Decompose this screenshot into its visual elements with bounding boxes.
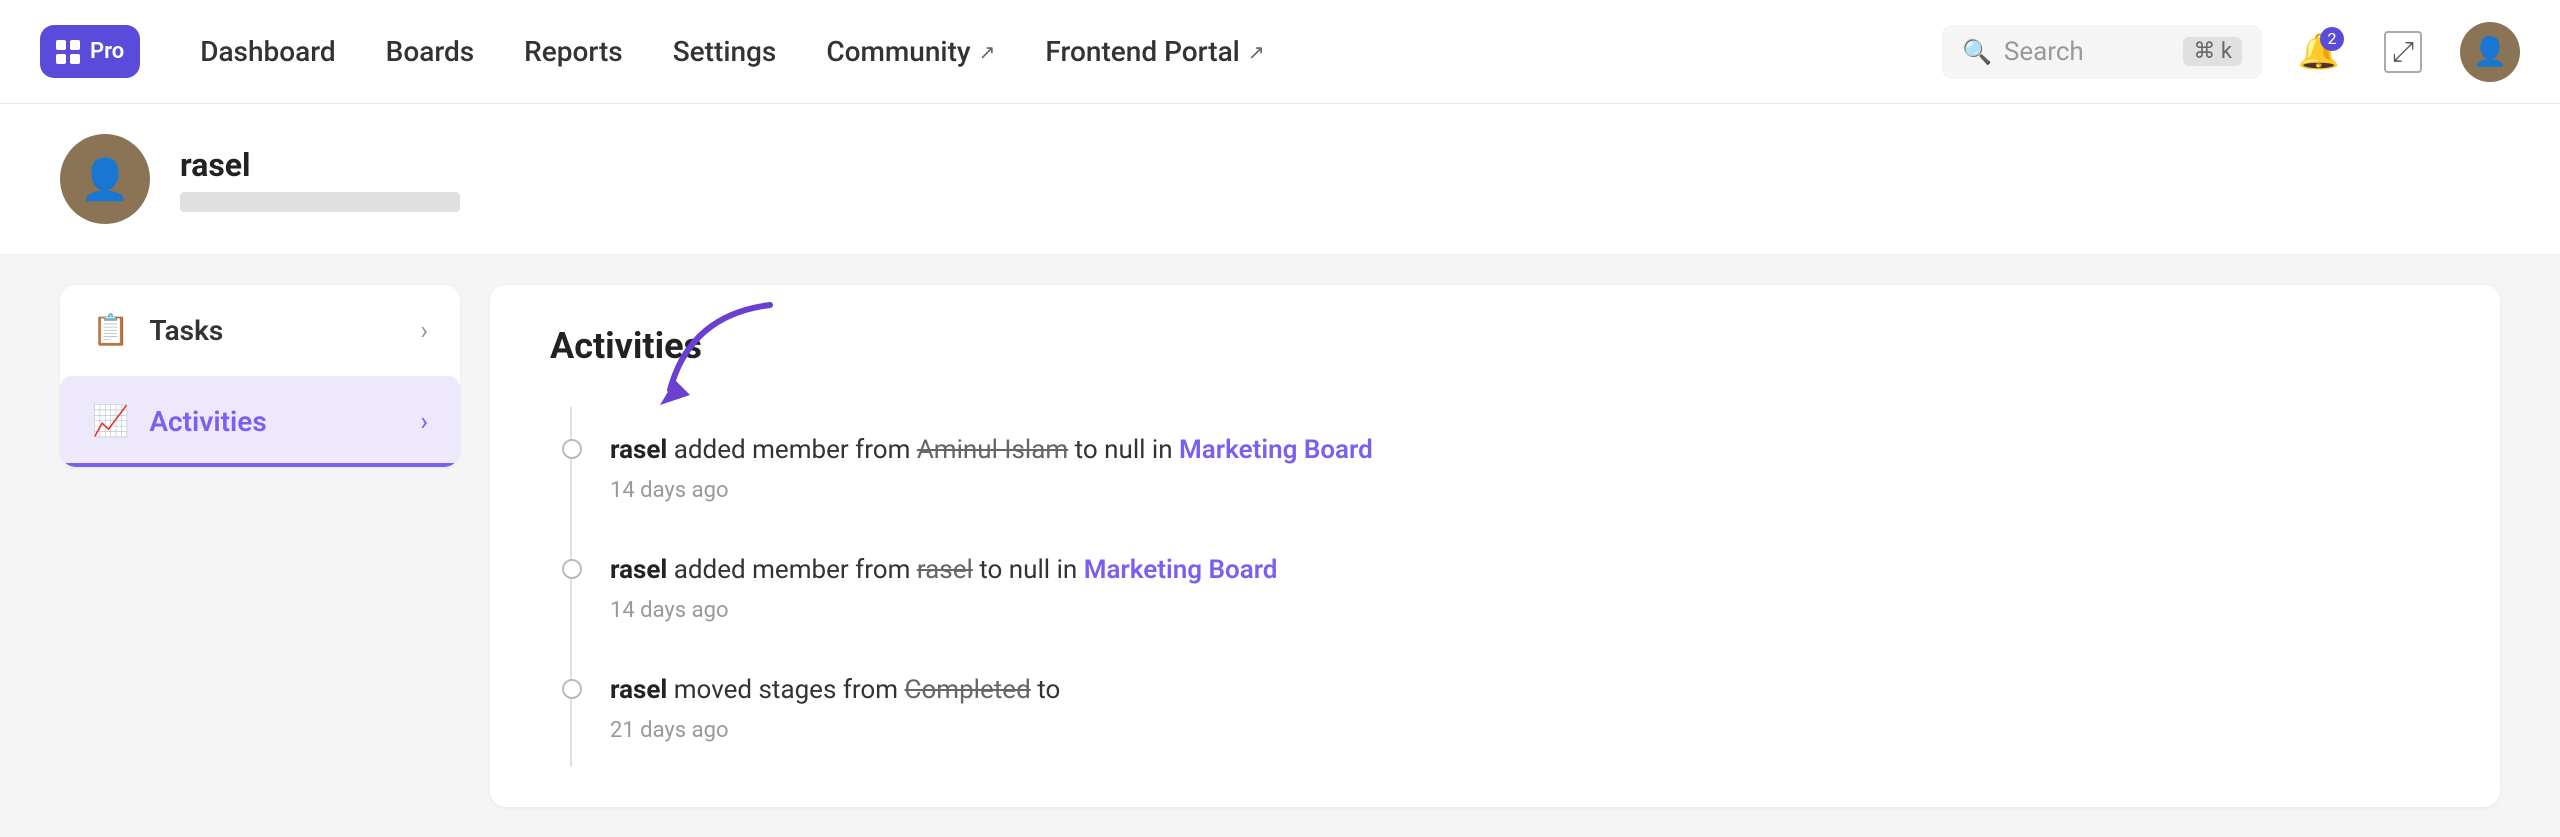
activities-icon: 📈 <box>92 404 129 439</box>
search-placeholder: Search <box>2004 37 2084 67</box>
search-box[interactable]: 🔍 Search ⌘ k <box>1942 25 2262 79</box>
activity-text: rasel moved stages from Completed to <box>610 671 2440 710</box>
profile-name: rasel <box>180 146 460 184</box>
logo[interactable]: Pro <box>40 25 140 78</box>
profile-subtitle-placeholder <box>180 192 460 212</box>
activity-from-value: rasel <box>917 555 973 585</box>
sidebar-item-activities[interactable]: 📈 Activities › <box>60 376 460 467</box>
tasks-label: Tasks <box>149 314 400 347</box>
activity-dot <box>562 439 582 459</box>
activity-from-value: Aminul Islam <box>917 435 1068 465</box>
logo-pro-label: Pro <box>90 39 124 64</box>
activity-item: rasel added member from Aminul Islam to … <box>610 407 2440 527</box>
activity-board-link[interactable]: Marketing Board <box>1084 555 1278 585</box>
tasks-icon: 📋 <box>92 313 129 348</box>
profile-avatar-image: 👤 <box>80 156 130 203</box>
tasks-chevron-icon: › <box>420 316 428 346</box>
profile-avatar: 👤 <box>60 134 150 224</box>
left-sidebar: 📋 Tasks › 📈 Activities › <box>60 285 460 807</box>
logo-icon <box>56 40 80 64</box>
external-link-icon-2: ↗ <box>1248 40 1265 64</box>
avatar-image: 👤 <box>2473 35 2508 68</box>
activity-text: rasel added member from Aminul Islam to … <box>610 431 2440 470</box>
expand-button[interactable]: ⤢ <box>2376 25 2430 79</box>
nav-frontend-portal[interactable]: Frontend Portal ↗ <box>1045 35 1264 68</box>
nav-right: 🔍 Search ⌘ k 🔔 2 ⤢ 👤 <box>1942 22 2520 82</box>
activity-time: 14 days ago <box>610 478 2440 503</box>
activity-time: 21 days ago <box>610 718 2440 743</box>
activity-item: rasel added member from rasel to null in… <box>610 527 2440 647</box>
external-link-icon: ↗ <box>979 40 996 64</box>
main-panel: Activities rasel added member from Aminu… <box>490 285 2500 807</box>
activity-user: rasel <box>610 435 667 465</box>
nav-community[interactable]: Community ↗ <box>826 35 995 68</box>
sidebar-card: 📋 Tasks › 📈 Activities › <box>60 285 460 467</box>
expand-icon: ⤢ <box>2384 31 2422 73</box>
nav-links: Dashboard Boards Reports Settings Commun… <box>200 35 1882 68</box>
activity-item: rasel moved stages from Completed to 21 … <box>610 647 2440 767</box>
activity-dot <box>562 559 582 579</box>
activity-board-link[interactable]: Marketing Board <box>1179 435 1373 465</box>
activity-text: rasel added member from rasel to null in… <box>610 551 2440 590</box>
search-keyboard-shortcut: ⌘ k <box>2183 37 2242 66</box>
arrow-annotation <box>610 295 810 422</box>
activity-list: rasel added member from Aminul Islam to … <box>550 407 2440 767</box>
notifications-button[interactable]: 🔔 2 <box>2292 25 2346 79</box>
nav-reports[interactable]: Reports <box>524 35 623 68</box>
activities-chevron-icon: › <box>420 407 428 437</box>
activity-user: rasel <box>610 675 667 705</box>
search-icon: 🔍 <box>1962 38 1992 66</box>
profile-header: 👤 rasel <box>0 104 2560 255</box>
notification-badge: 2 <box>2320 27 2344 51</box>
topnav: Pro Dashboard Boards Reports Settings Co… <box>0 0 2560 104</box>
activities-label: Activities <box>149 405 400 438</box>
sidebar-item-tasks[interactable]: 📋 Tasks › <box>60 285 460 376</box>
activity-user: rasel <box>610 555 667 585</box>
nav-boards[interactable]: Boards <box>386 35 474 68</box>
activity-from-value: Completed <box>905 675 1031 705</box>
activity-dot <box>562 679 582 699</box>
main-content: 👤 rasel 📋 Tasks › 📈 Activities › <box>0 104 2560 760</box>
nav-dashboard[interactable]: Dashboard <box>200 35 335 68</box>
profile-info: rasel <box>180 146 460 212</box>
activities-title: Activities <box>550 325 2440 367</box>
nav-settings[interactable]: Settings <box>673 35 777 68</box>
user-avatar[interactable]: 👤 <box>2460 22 2520 82</box>
activity-time: 14 days ago <box>610 598 2440 623</box>
body-area: 📋 Tasks › 📈 Activities › Activ <box>0 255 2560 837</box>
